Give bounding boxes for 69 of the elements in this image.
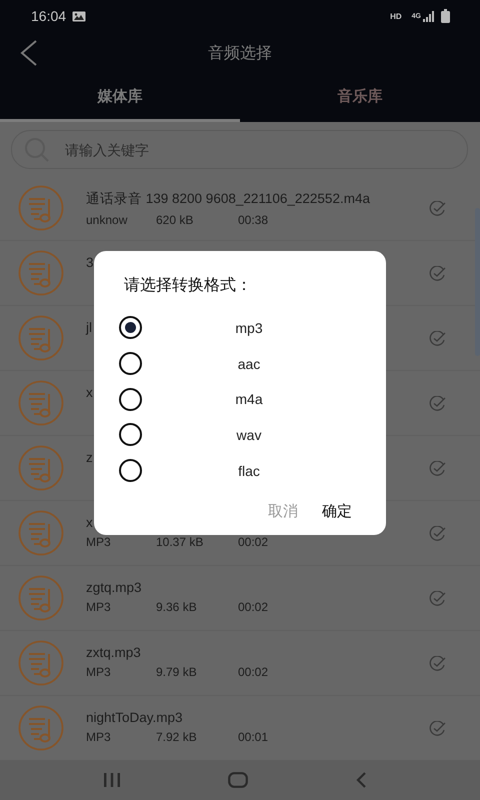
image-icon [72, 10, 86, 22]
file-duration: 00:38 [238, 212, 268, 226]
search-input[interactable]: 请输入关键字 [63, 140, 467, 158]
option-label: m4a [234, 391, 264, 408]
file-format: MP3 [86, 665, 112, 679]
file-duration: 00:02 [238, 535, 268, 549]
confirm-button[interactable]: 确定 [318, 498, 356, 526]
music-file-icon [18, 705, 64, 751]
music-file-icon [18, 575, 64, 621]
file-format: unknow [86, 212, 128, 226]
music-file-icon [18, 250, 64, 296]
music-file-icon [18, 315, 64, 361]
radio-button[interactable] [119, 423, 142, 446]
radio-button[interactable] [119, 388, 142, 411]
option-label: mp3 [234, 320, 264, 336]
file-name: jl [86, 320, 92, 335]
file-duration: 00:02 [238, 665, 268, 679]
check-circle-icon[interactable] [429, 720, 446, 736]
file-name: nightToDay.mp3 [86, 710, 183, 725]
back-icon[interactable] [19, 40, 39, 66]
file-size: 10.37 kB [156, 535, 204, 549]
file-size: 9.36 kB [156, 600, 198, 614]
file-name: zxtq.mp3 [86, 645, 141, 660]
option-label: wav [236, 426, 262, 443]
file-duration: 00:01 [238, 730, 268, 744]
file-format: MP3 [86, 535, 112, 549]
file-name: 通话录音 139 8200 9608_221106_222552.m4a [86, 190, 370, 208]
file-name: z [86, 450, 93, 465]
music-file-icon [18, 640, 64, 686]
file-format: MP3 [86, 600, 112, 614]
cancel-button[interactable]: 取消 [264, 498, 302, 526]
battery-icon [441, 9, 450, 23]
radio-button[interactable] [119, 459, 142, 482]
dialog-title: 请选择转换格式： [123, 276, 253, 296]
check-circle-icon[interactable] [429, 200, 446, 216]
music-file-icon [18, 510, 64, 556]
check-circle-icon[interactable] [429, 590, 446, 606]
music-file-icon [18, 185, 64, 231]
file-format: MP3 [86, 730, 112, 744]
file-name: 3 [86, 255, 94, 270]
check-circle-icon[interactable] [429, 460, 446, 476]
check-circle-icon[interactable] [429, 266, 446, 280]
file-duration: 00:02 [238, 600, 268, 614]
check-circle-icon[interactable] [429, 396, 446, 410]
tab[interactable]: 媒体库 [0, 74, 240, 122]
home-icon[interactable] [228, 772, 248, 788]
file-size: 9.79 kB [156, 665, 198, 679]
search-field[interactable]: 请输入关键字 [11, 130, 468, 169]
signal-icon [423, 10, 435, 22]
music-file-icon [18, 445, 64, 491]
check-circle-icon[interactable] [429, 330, 446, 346]
back-icon[interactable] [354, 772, 367, 788]
network-label: HD [390, 12, 402, 20]
screen-title: 音频选择 [208, 44, 272, 64]
tab[interactable]: 音乐库 [240, 74, 480, 122]
radio-button[interactable] [119, 316, 142, 340]
check-circle-icon[interactable] [429, 656, 446, 670]
file-name: x [86, 515, 93, 530]
file-size: 7.92 kB [156, 730, 198, 744]
recent-apps-icon[interactable] [103, 773, 122, 787]
clock-time: 16:04 [31, 8, 66, 24]
music-file-icon [18, 380, 64, 426]
option-label: aac [236, 356, 262, 372]
file-name: x [86, 385, 93, 400]
option-label: flac [237, 462, 261, 479]
file-name: zgtq.mp3 [86, 580, 142, 595]
check-circle-icon[interactable] [429, 526, 446, 540]
radio-button[interactable] [119, 352, 142, 376]
file-size: 620 kB [156, 212, 194, 226]
